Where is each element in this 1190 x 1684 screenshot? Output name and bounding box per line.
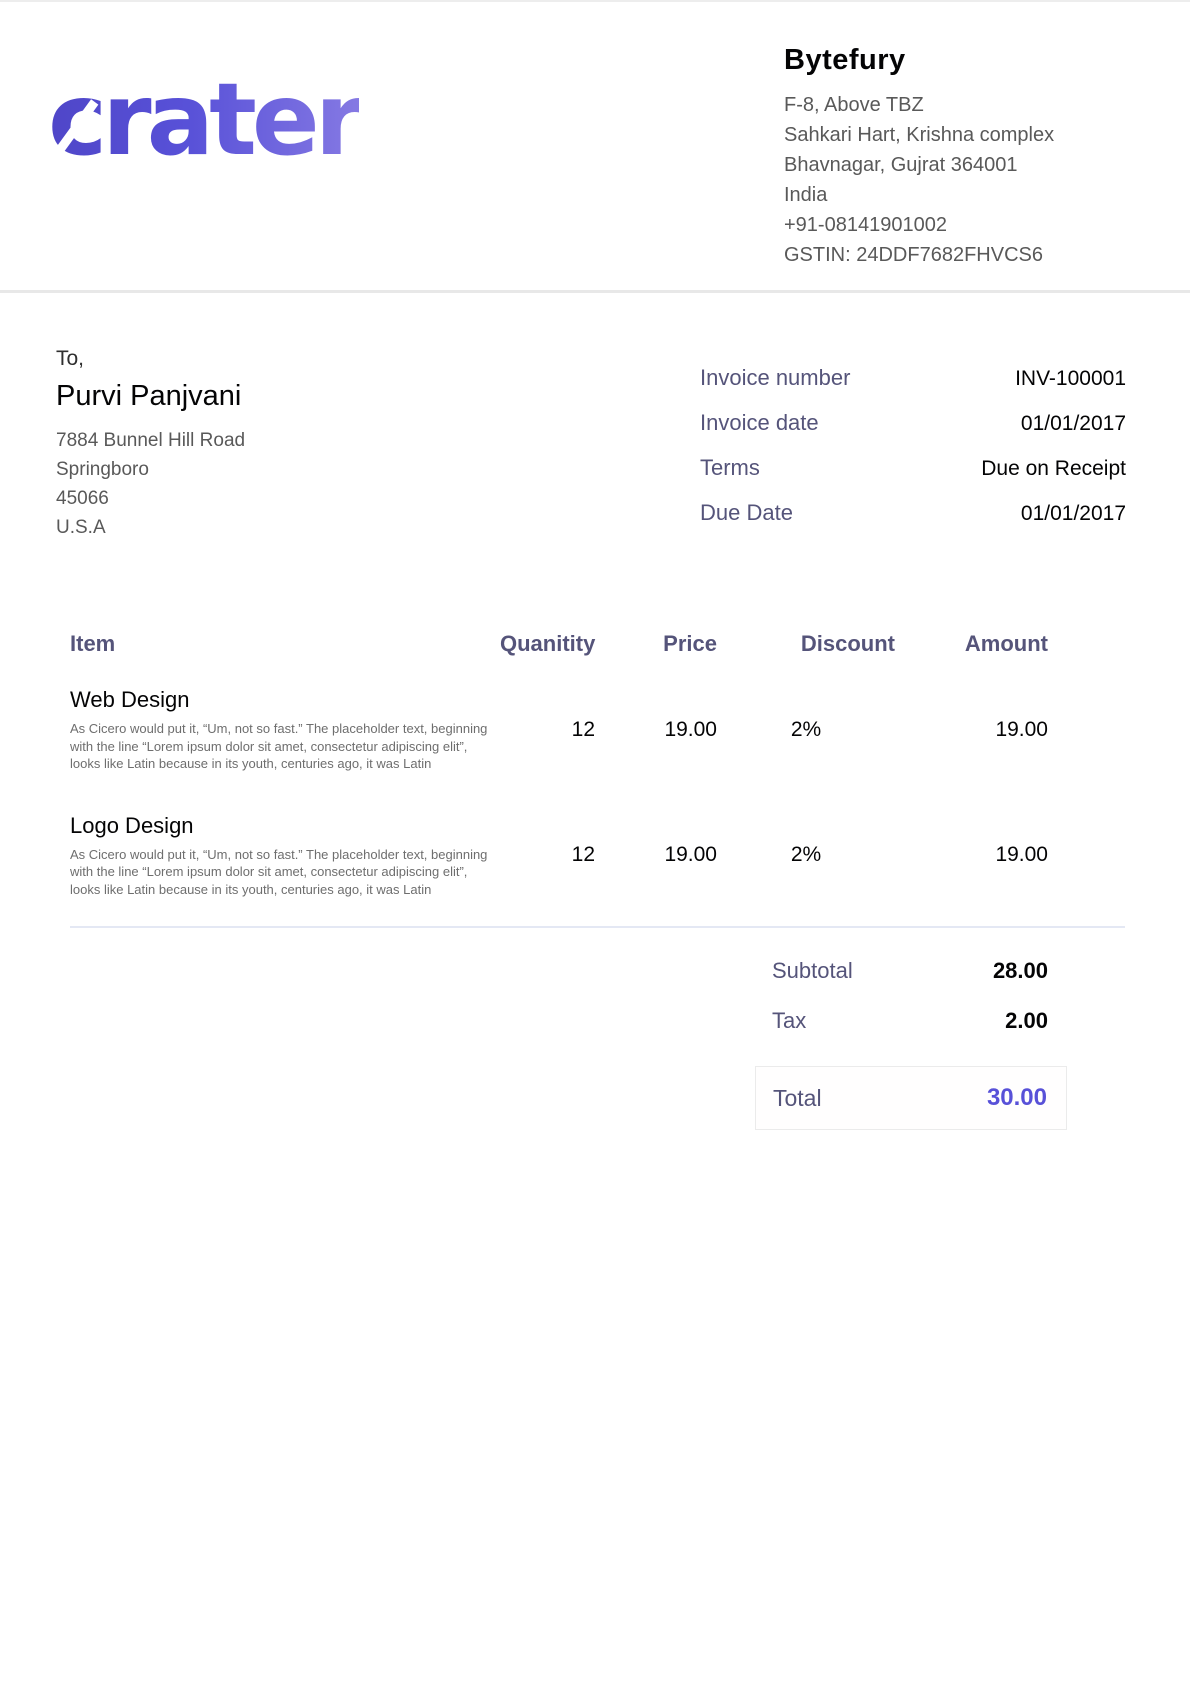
item-quantity: 12: [500, 718, 595, 742]
item-price: 19.00: [595, 718, 717, 742]
tax-row: Tax 2.00: [755, 1008, 1067, 1034]
item-price: 19.00: [595, 843, 717, 867]
terms-label: Terms: [700, 455, 760, 481]
company-address-line: Bhavnagar, Gujrat 364001: [784, 150, 1126, 180]
invoice-header: crater Bytefury F-8, Above TBZ Sahkari H…: [0, 2, 1190, 293]
spacer: [70, 773, 1125, 813]
company-gstin: GSTIN: 24DDF7682FHVCS6: [784, 240, 1126, 270]
company-name: Bytefury: [784, 44, 1126, 77]
item-amount: 19.00: [895, 843, 1048, 867]
invoice-meta-row: Invoice number INV-100001: [700, 365, 1126, 391]
invoice-number-label: Invoice number: [700, 365, 850, 391]
invoice-meta-row: Terms Due on Receipt: [700, 455, 1126, 481]
invoice-page: crater Bytefury F-8, Above TBZ Sahkari H…: [0, 0, 1190, 1684]
invoice-meta-block: Invoice number INV-100001 Invoice date 0…: [700, 365, 1126, 545]
customer-address-line: 7884 Bunnel Hill Road: [56, 426, 245, 455]
company-address-line: Sahkari Hart, Krishna complex: [784, 120, 1126, 150]
invoice-meta-row: Due Date 01/01/2017: [700, 500, 1126, 526]
item-row: Logo Design As Cicero would put it, “Um,…: [70, 813, 1125, 899]
column-header-amount: Amount: [895, 631, 1048, 661]
bill-to-block: To, Purvi Panjvani 7884 Bunnel Hill Road…: [56, 347, 245, 545]
invoice-meta-row: Invoice date 01/01/2017: [700, 410, 1126, 436]
due-date-label: Due Date: [700, 500, 793, 526]
customer-address-line: U.S.A: [56, 513, 245, 542]
company-address: F-8, Above TBZ Sahkari Hart, Krishna com…: [784, 90, 1126, 270]
total-value: 30.00: [987, 1084, 1047, 1112]
item-cell: Logo Design As Cicero would put it, “Um,…: [70, 813, 500, 899]
total-box: Total 30.00: [755, 1066, 1067, 1130]
addresses-section: To, Purvi Panjvani 7884 Bunnel Hill Road…: [0, 293, 1190, 545]
company-phone: +91-08141901002: [784, 210, 1126, 240]
items-table-header: Item Quanitity Price Discount Amount: [70, 631, 1125, 661]
item-description: As Cicero would put it, “Um, not so fast…: [70, 720, 498, 773]
customer-name: Purvi Panjvani: [56, 380, 245, 413]
item-discount: 2%: [717, 843, 895, 867]
company-address-line: F-8, Above TBZ: [784, 90, 1126, 120]
invoice-date-label: Invoice date: [700, 410, 819, 436]
tax-value: 2.00: [1005, 1008, 1048, 1034]
crater-logo-text: crater: [48, 61, 359, 178]
subtotal-row: Subtotal 28.00: [755, 958, 1067, 984]
customer-address-line: Springboro: [56, 455, 245, 484]
invoice-number-value: INV-100001: [1015, 367, 1126, 391]
customer-address-line: 45066: [56, 484, 245, 513]
invoice-date-value: 01/01/2017: [1021, 412, 1126, 436]
item-amount: 19.00: [895, 718, 1048, 742]
tax-label: Tax: [772, 1008, 806, 1034]
spacer: [70, 661, 1125, 687]
customer-address: 7884 Bunnel Hill Road Springboro 45066 U…: [56, 426, 245, 542]
item-description: As Cicero would put it, “Um, not so fast…: [70, 846, 498, 899]
items-table: Item Quanitity Price Discount Amount Web…: [70, 631, 1125, 928]
column-header-price: Price: [595, 631, 717, 661]
company-address-line: India: [784, 180, 1126, 210]
column-header-quantity: Quanitity: [500, 631, 595, 661]
item-discount: 2%: [717, 718, 895, 742]
company-info: Bytefury F-8, Above TBZ Sahkari Hart, Kr…: [784, 44, 1126, 270]
due-date-value: 01/01/2017: [1021, 502, 1126, 526]
totals-section: Subtotal 28.00 Tax 2.00 Total 30.00: [755, 958, 1067, 1130]
subtotal-label: Subtotal: [772, 958, 853, 984]
column-header-discount: Discount: [717, 631, 895, 661]
terms-value: Due on Receipt: [981, 457, 1126, 481]
item-name: Logo Design: [70, 813, 500, 839]
subtotal-value: 28.00: [993, 958, 1048, 984]
item-row: Web Design As Cicero would put it, “Um, …: [70, 687, 1125, 773]
column-header-item: Item: [70, 631, 500, 661]
item-cell: Web Design As Cicero would put it, “Um, …: [70, 687, 500, 773]
bill-to-label: To,: [56, 347, 245, 371]
crater-logo: crater: [48, 70, 359, 170]
item-name: Web Design: [70, 687, 500, 713]
total-label: Total: [773, 1085, 822, 1112]
item-quantity: 12: [500, 843, 595, 867]
